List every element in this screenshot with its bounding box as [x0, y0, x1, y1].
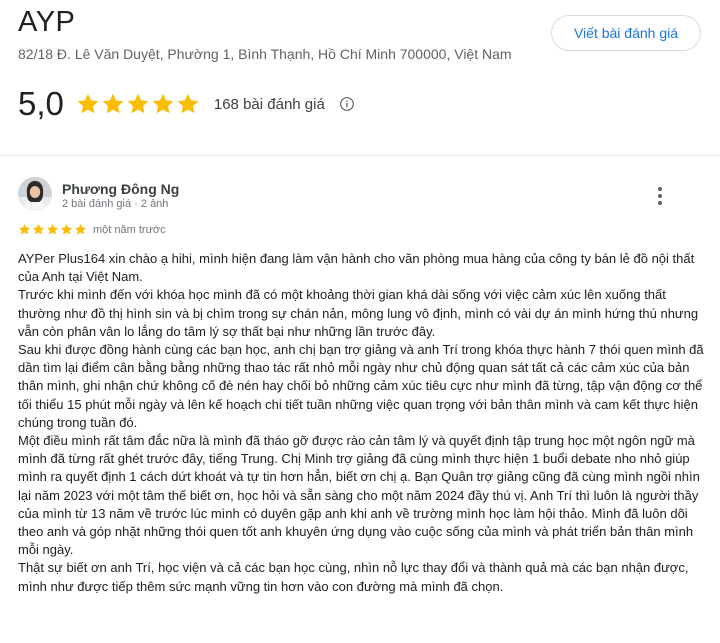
reviewer-meta: 2 bài đánh giá · 2 ảnh [62, 198, 169, 210]
star-icon [32, 223, 45, 235]
review-paragraph: Trước khi mình đến với khóa học mình đã … [18, 287, 699, 339]
review-rating: một năm trước [18, 223, 166, 236]
review-paragraph: Một điều mình rất tâm đắc nữa là mình đã… [18, 433, 700, 558]
star-icon [60, 223, 73, 235]
review-text: AYPer Plus164 xin chào ạ hihi, mình hiện… [18, 250, 708, 596]
info-icon[interactable] [339, 96, 355, 112]
star-icon [102, 93, 124, 114]
review-paragraph: Sau khi được đồng hành cùng các bạn học,… [18, 342, 704, 430]
reviewer-name[interactable]: Phương Đông Ng [62, 181, 179, 197]
star-icon [18, 223, 31, 235]
rating-stars [76, 92, 200, 116]
star-icon [152, 93, 174, 114]
star-icon [46, 223, 59, 235]
star-icon [77, 93, 99, 114]
review-stars [18, 223, 87, 236]
divider [0, 155, 720, 156]
rating-summary: 5,0 168 bài đánh giá [18, 82, 355, 126]
rating-value: 5,0 [18, 85, 64, 122]
more-vert-icon[interactable] [650, 184, 670, 208]
review-time: một năm trước [93, 223, 166, 236]
review-paragraph: AYPer Plus164 xin chào ạ hihi, mình hiện… [18, 251, 695, 285]
business-address: 82/18 Đ. Lê Văn Duyệt, Phường 1, Bình Th… [18, 46, 512, 62]
review-count[interactable]: 168 bài đánh giá [214, 96, 325, 113]
review-paragraph: Thật sự biết ơn anh Trí, học viện và cả … [18, 560, 689, 594]
avatar[interactable] [18, 177, 52, 211]
star-icon [74, 223, 87, 235]
business-name: AYP [18, 6, 76, 38]
star-icon [177, 93, 199, 114]
write-review-button[interactable]: Viết bài đánh giá [551, 15, 701, 51]
star-icon [127, 93, 149, 114]
